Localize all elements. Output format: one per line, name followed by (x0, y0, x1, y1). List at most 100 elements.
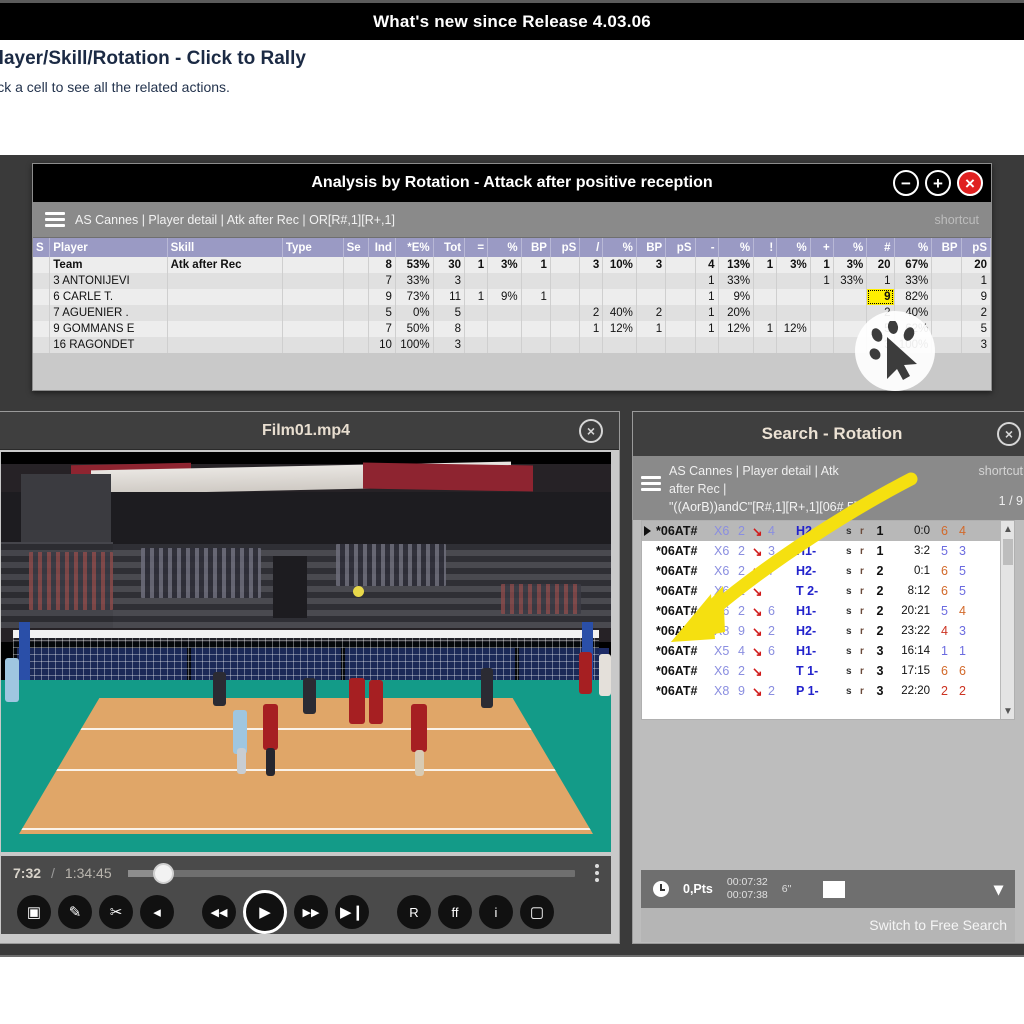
table-cell[interactable] (579, 289, 604, 305)
table-cell[interactable]: 5 (367, 305, 396, 321)
table-cell[interactable] (931, 273, 962, 289)
table-cell[interactable] (550, 321, 581, 337)
table-cell[interactable]: 30 (433, 257, 466, 273)
search-close-icon[interactable]: × (997, 422, 1021, 446)
search-scrollbar[interactable]: ▲ ▼ (1000, 521, 1014, 720)
table-cell[interactable]: 1 (866, 273, 895, 289)
scroll-down-icon[interactable]: ▼ (1001, 703, 1014, 719)
table-cell[interactable]: 11 (433, 289, 466, 305)
table-cell[interactable] (602, 273, 637, 289)
table-col-header[interactable]: % (833, 238, 868, 257)
table-cell[interactable] (636, 337, 667, 353)
table-cell[interactable]: 12% (718, 321, 755, 337)
table-cell[interactable]: 3 (636, 257, 667, 273)
table-cell[interactable]: 0% (395, 305, 434, 321)
table-cell[interactable]: 4 (694, 257, 719, 273)
shortcut-link[interactable]: shortcut (935, 213, 979, 227)
table-cell[interactable]: 1 (961, 273, 992, 289)
table-cell[interactable] (833, 337, 868, 353)
table-row[interactable]: 6 CARLE T. 9 73% 11 1 9% 1 1 9% 9 82% 9 (33, 289, 992, 305)
video-surface[interactable] (1, 452, 611, 852)
table-cell[interactable]: 1 (521, 289, 551, 305)
table-cell[interactable]: 3 (433, 273, 466, 289)
table-cell[interactable]: 3 (433, 337, 466, 353)
table-cell[interactable]: 2 (636, 305, 667, 321)
table-cell[interactable] (487, 337, 522, 353)
table-cell[interactable]: 1 (694, 321, 719, 337)
table-cell[interactable]: 3 (866, 337, 895, 353)
table-cell[interactable] (343, 337, 369, 353)
table-cell[interactable]: 9% (718, 289, 755, 305)
table-col-header[interactable]: Tot (433, 238, 466, 257)
table-col-header[interactable]: Skill (167, 238, 283, 257)
table-col-header[interactable]: % (718, 238, 755, 257)
table-cell[interactable] (550, 337, 581, 353)
table-col-header[interactable]: = (464, 238, 489, 257)
scroll-thumb[interactable] (1003, 539, 1013, 566)
search-result-row[interactable]: *06AT# X6 2 ↘ 7 H2- s r 2 0:1 6 5 (642, 561, 1000, 581)
table-cell[interactable] (464, 273, 489, 289)
table-col-header[interactable]: % (602, 238, 637, 257)
table-cell[interactable] (665, 305, 696, 321)
table-cell[interactable]: 8 (367, 257, 396, 273)
table-cell[interactable] (718, 337, 755, 353)
table-cell[interactable] (167, 337, 283, 353)
table-col-header[interactable]: Se (343, 238, 369, 257)
video-close-icon[interactable]: × (579, 419, 603, 443)
table-cell[interactable] (776, 289, 811, 305)
table-cell[interactable] (282, 273, 344, 289)
menu-icon[interactable] (45, 212, 65, 227)
table-cell[interactable]: 12% (602, 321, 637, 337)
table-cell[interactable]: 33% (395, 273, 434, 289)
table-cell[interactable] (33, 305, 51, 321)
table-cell[interactable]: 16 RAGONDET (49, 337, 168, 353)
table-cell[interactable] (665, 273, 696, 289)
table-cell[interactable]: 67% (894, 257, 933, 273)
table-cell[interactable] (343, 321, 369, 337)
free-search-bar[interactable]: Switch to Free Search (641, 908, 1015, 942)
table-col-header[interactable]: % (894, 238, 933, 257)
table-cell[interactable] (282, 289, 344, 305)
table-col-header[interactable]: Player (49, 238, 168, 257)
table-cell[interactable] (282, 305, 344, 321)
table-cell[interactable]: 9 (367, 289, 396, 305)
table-cell[interactable] (464, 337, 489, 353)
table-cell[interactable]: 1 (521, 257, 551, 273)
search-result-row[interactable]: *06AT# X6 2 ↘ 4 H2- s r 1 0:0 6 4 (642, 521, 1000, 542)
search-results-list[interactable]: *06AT# X6 2 ↘ 4 H2- s r 1 0:0 6 4 *06AT# X6 2 ↘ 3 H1- s r 1 3… (641, 520, 1015, 721)
table-cell[interactable] (665, 321, 696, 337)
table-cell[interactable] (550, 305, 581, 321)
table-cell[interactable] (487, 273, 522, 289)
search-breadcrumb[interactable]: AS Cannes | Player detail | Atk after Re… (669, 462, 943, 516)
table-col-header[interactable]: / (579, 238, 604, 257)
seek-handle[interactable] (152, 862, 174, 884)
table-cell[interactable]: 9 GOMMANS E (49, 321, 168, 337)
table-cell[interactable]: 6 CARLE T. (49, 289, 168, 305)
table-cell[interactable] (665, 289, 696, 305)
table-cell[interactable] (550, 273, 581, 289)
r-letter-icon[interactable]: R (397, 895, 431, 929)
table-cell[interactable] (753, 289, 778, 305)
monitor-icon[interactable]: ▢ (520, 895, 554, 929)
table-cell[interactable] (579, 337, 604, 353)
table-cell[interactable]: 7 (367, 321, 396, 337)
table-cell[interactable] (776, 273, 811, 289)
table-cell[interactable]: 33% (718, 273, 755, 289)
table-cell[interactable]: Team (49, 257, 168, 273)
table-cell[interactable]: 1 (694, 273, 719, 289)
table-cell[interactable] (487, 321, 522, 337)
table-col-header[interactable]: *E% (395, 238, 434, 257)
search-result-row[interactable]: *06AT# X6 2 ↘ 3 H1- s r 1 3:2 5 3 (642, 541, 1000, 561)
table-cell[interactable]: 1 (636, 321, 667, 337)
table-cell[interactable] (753, 337, 778, 353)
table-cell[interactable]: 10% (602, 257, 637, 273)
camera-icon[interactable]: ▣ (17, 895, 51, 929)
step-forward-icon[interactable]: ▶❙ (335, 895, 369, 929)
table-col-header[interactable]: S (33, 238, 51, 257)
table-cell[interactable]: 3% (833, 257, 868, 273)
close-icon[interactable]: × (957, 170, 983, 196)
table-cell[interactable]: 9 (961, 289, 992, 305)
table-cell[interactable]: 3 ANTONIJEVI (49, 273, 168, 289)
table-cell[interactable]: 2 (961, 305, 992, 321)
table-row[interactable]: 7 AGUENIER . 5 0% 5 2 40% 2 1 20% 2 40% 2 (33, 305, 992, 321)
